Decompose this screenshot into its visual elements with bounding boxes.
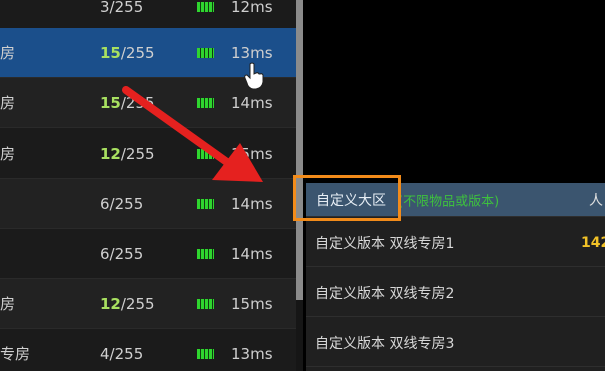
annotation-arrow-icon [122, 86, 263, 182]
hand-cursor-icon [244, 62, 264, 90]
